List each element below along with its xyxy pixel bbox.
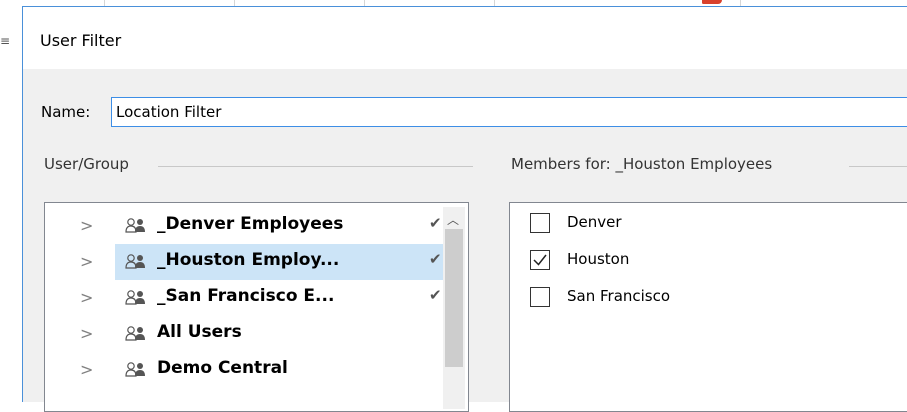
chevron-right-icon[interactable]: > [80,288,93,307]
users-icon [125,290,145,305]
user-group-row-all-users[interactable]: > All Users [45,316,465,352]
check-icon: ✔ [429,214,442,232]
users-icon [125,218,145,233]
users-icon [125,326,145,341]
chevron-right-icon[interactable]: > [80,324,93,343]
members-rule [849,166,907,167]
scroll-up-arrow-icon[interactable]: ︿ [447,211,459,228]
check-icon: ✔ [429,250,442,268]
scrollbar-thumb[interactable] [445,229,463,367]
members-list[interactable]: Denver Houston San Francisco [509,202,907,412]
user-group-row-demo-central[interactable]: > Demo Central [45,352,465,388]
users-icon [125,362,145,377]
user-group-label-text: All Users [157,322,242,342]
chevron-right-icon[interactable]: > [80,216,93,235]
members-label: Members for: _Houston Employees [511,155,779,173]
user-group-row-denver[interactable]: > _Denver Employees ✔ [45,208,465,244]
check-icon: ✔ [429,286,442,304]
member-label: San Francisco [567,287,671,305]
checkmark-icon [533,254,547,266]
background-window-gutter: ≡ [0,6,22,402]
user-group-label: User/Group [44,155,135,173]
member-checkbox[interactable] [530,287,550,307]
chevron-right-icon[interactable]: > [80,360,93,379]
chevron-right-icon[interactable]: > [80,252,93,271]
dialog-titlebar: User Filter [23,7,907,69]
name-input[interactable] [111,97,907,127]
menu-icon: ≡ [0,34,11,48]
background-red-mark [702,0,722,4]
user-group-row-houston[interactable]: > _Houston Employ... ✔ [45,244,465,280]
user-group-label-text: _San Francisco E... [157,286,335,306]
member-label: Houston [567,250,630,268]
user-group-label-text: Demo Central [157,358,288,378]
member-label: Denver [567,213,622,231]
user-group-list[interactable]: > _Denver Employees ✔ > _Houston Employ.… [44,202,469,412]
user-group-row-san-francisco[interactable]: > _San Francisco E... ✔ [45,280,465,316]
user-list-scrollbar[interactable]: ︿ [443,207,465,409]
user-group-rule [158,166,473,167]
member-checkbox[interactable] [530,250,550,270]
member-checkbox[interactable] [530,213,550,233]
dialog-title: User Filter [40,31,122,50]
user-group-label-text: _Houston Employ... [157,250,340,270]
users-icon [125,254,145,269]
user-filter-dialog: User Filter Name: User/Group Members for… [22,6,907,412]
user-group-label-text: _Denver Employees [157,214,344,234]
name-label: Name: [41,103,91,121]
